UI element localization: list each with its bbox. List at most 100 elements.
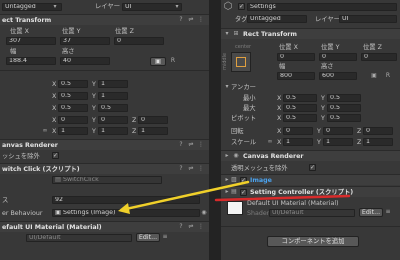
settings-controller-enabled-checkbox[interactable]: ✓ [240,189,247,196]
foldout-arrow-icon[interactable]: ▾ [224,31,230,37]
menu-icon[interactable]: ⋮ [198,17,204,23]
anchor-min-y-label: Y [321,95,325,102]
anchor-max-x-field[interactable]: 0.5 [283,104,317,112]
help-icon[interactable]: ? [178,17,184,23]
pos-z-field[interactable]: 0 [114,37,164,45]
object-name-field[interactable]: Settings [247,3,397,11]
width-field[interactable]: 188.4 [6,57,56,65]
edit-shader-button[interactable]: Edit... [136,233,160,242]
field2-value[interactable]: 92 [52,196,200,204]
foldout-arrow-icon[interactable]: ▸ [224,153,230,159]
rot-z-field[interactable]: 0 [363,127,393,135]
behaviour-object-field[interactable]: ▣ Settings (Image) [52,209,200,217]
anchor-max-y-field[interactable]: 0.5 [327,104,361,112]
canvas-renderer-header[interactable]: ▸ ◉ Canvas Renderer [221,150,400,161]
anchor-min-x-field[interactable]: 0.5 [283,94,317,102]
settings-controller-header[interactable]: ▸ ▤ ✓ Setting Controller (スクリプト) [221,186,400,197]
height-field[interactable]: 40 [60,57,110,65]
rect-transform-header[interactable]: ect Transform ? ⇌ ⋮ [0,14,209,25]
anchor-preset-side-label: middle [222,52,228,70]
anchor-max-x-field[interactable]: 0.5 [58,92,88,100]
scale-x-field[interactable]: 1 [283,138,313,146]
image-header[interactable]: ▸ ▨ ✓ Image [221,174,400,185]
tag-dropdown[interactable]: Untagged [247,15,307,23]
pivot-x-field[interactable]: 0.5 [283,114,317,122]
anchor-min-x-field[interactable]: 0.5 [58,80,88,88]
add-component-button[interactable]: コンポーネントを追加 [267,236,359,247]
anchor-max-y-field[interactable]: 1 [98,92,128,100]
pivot-y-field[interactable]: 0.5 [327,114,361,122]
height-field[interactable]: 600 [319,72,357,80]
object-picker-icon[interactable]: ◉ [201,210,207,216]
menu-icon[interactable]: ⋮ [198,224,204,230]
pos-z-field[interactable]: 0 [361,53,397,61]
anchor-min-y-field[interactable]: 0.5 [327,94,361,102]
foldout-arrow-icon[interactable]: ▸ [224,177,230,183]
switch-click-header[interactable]: witch Click (スクリプト) ? ⇌ ⋮ [0,163,209,174]
pos-y-field[interactable]: 37 [60,37,110,45]
pos-y-field[interactable]: 0 [319,53,357,61]
canvas-renderer-title: anvas Renderer [2,142,58,149]
shader-dropdown[interactable]: UI/Default [269,209,355,217]
pivot-y-field[interactable]: 0.5 [98,104,128,112]
pos-x-field[interactable]: 307 [6,37,56,45]
menu-icon[interactable]: ⋮ [198,142,204,148]
pivot-x-field[interactable]: 0.5 [58,104,88,112]
preset-icon[interactable]: ⇌ [188,142,194,148]
help-icon[interactable]: ? [178,166,184,172]
shader-menu-icon[interactable]: ≡ [162,234,168,240]
help-icon[interactable]: ? [178,142,184,148]
scale-x-field[interactable]: 1 [58,127,88,135]
raw-edit-r-icon[interactable]: R [385,73,391,79]
menu-icon[interactable]: ⋮ [198,166,204,172]
scale-y-field[interactable]: 1 [323,138,353,146]
pivot-y-label: Y [92,105,96,112]
rot-y-field[interactable]: 0 [323,127,353,135]
material-header[interactable]: efault UI Material (Material) ? ⇌ ⋮ [0,221,209,232]
rect-transform-header[interactable]: ▾ ⊞ Rect Transform [221,28,400,39]
preset-icon[interactable]: ⇌ [188,17,194,23]
raw-edit-r-icon[interactable]: R [170,58,176,64]
object-icon: ▣ [55,209,63,216]
edit-shader-button[interactable]: Edit... [359,208,383,217]
image-component-icon: ▨ [231,176,237,183]
scale-y-field[interactable]: 1 [98,127,128,135]
cull-mesh-checkbox[interactable]: ✓ [309,164,316,171]
rot-x-field[interactable]: 0 [283,127,313,135]
pivot-x-label: X [277,115,282,122]
scale-z-field[interactable]: 1 [138,127,168,135]
anchor-presets-button[interactable] [231,52,251,72]
link-scale-icon[interactable]: ∞ [42,128,48,134]
rot-z-field[interactable]: 0 [138,116,168,124]
material-swatch [227,201,243,215]
anchor-min-label: 最小 [243,95,256,102]
cube-icon: ⬡ [223,1,233,12]
shader-menu-icon[interactable]: ≡ [385,209,391,215]
anchor-preset-top-label: center [235,44,252,50]
anchor-max-label: 最大 [243,105,256,112]
blueprint-icon[interactable]: ▣ [371,73,377,79]
blueprint-icon: ▣ [155,58,161,65]
blueprint-button[interactable]: ▣ [150,57,166,66]
help-icon[interactable]: ? [178,224,184,230]
width-field[interactable]: 800 [277,72,315,80]
link-scale-icon[interactable]: ∞ [267,139,273,145]
check-icon: ✓ [241,177,247,184]
preset-icon[interactable]: ⇌ [188,166,194,172]
pos-x-field[interactable]: 0 [277,53,315,61]
scale-z-field[interactable]: 1 [363,138,393,146]
layer-dropdown[interactable]: UI [122,3,182,11]
anchor-min-x-label: X [52,81,57,88]
rot-y-field[interactable]: 0 [98,116,128,124]
foldout-arrow-icon[interactable]: ▸ [224,189,230,195]
rot-x-field[interactable]: 0 [58,116,88,124]
anchors-foldout-icon[interactable]: ▾ [224,84,230,90]
active-checkbox[interactable]: ✓ [238,3,245,10]
preset-icon[interactable]: ⇌ [188,224,194,230]
image-enabled-checkbox[interactable]: ✓ [240,177,247,184]
anchor-min-y-field[interactable]: 1 [98,80,128,88]
layer-dropdown[interactable]: UI [339,15,397,23]
cull-mesh-checkbox[interactable]: ✓ [52,152,59,159]
canvas-renderer-header[interactable]: anvas Renderer ? ⇌ ⋮ [0,139,209,150]
shader-dropdown[interactable]: UI/Default [26,234,132,242]
